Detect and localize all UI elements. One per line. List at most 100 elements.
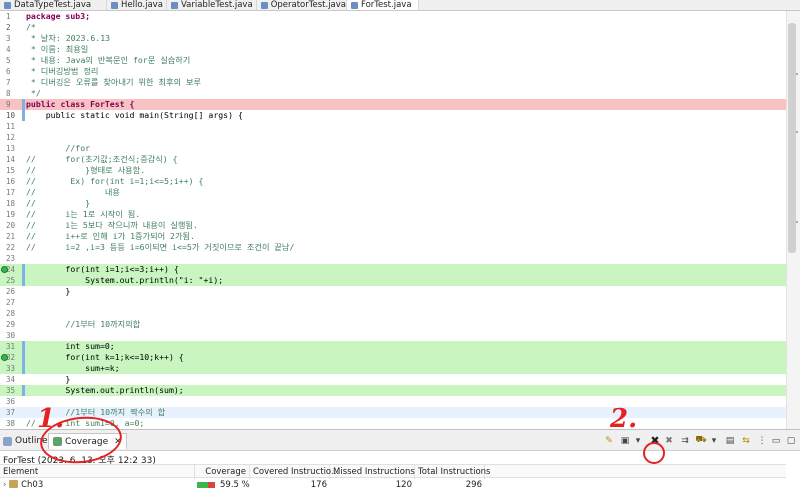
- header-covered-instructions[interactable]: Covered Instructio...: [250, 465, 339, 479]
- run-coverage-icon[interactable]: ✎: [603, 435, 615, 446]
- code-line[interactable]: 7 * 디버깅은 오류를 찾아내기 위한 최후의 보루: [0, 77, 786, 88]
- java-file-icon: [351, 2, 358, 9]
- breakpoint-icon[interactable]: [1, 266, 8, 273]
- code-line[interactable]: 19 // i는 1로 시작이 됨.: [0, 209, 786, 220]
- code-line[interactable]: 21 // i++로 인해 i가 1증가되어 2가됨.: [0, 231, 786, 242]
- remove-all-sessions-icon[interactable]: ✖: [663, 435, 675, 446]
- code-line[interactable]: 31 int sum=0;: [0, 341, 786, 352]
- tab-fortest[interactable]: ForTest.java: [347, 0, 419, 10]
- code-text: */: [26, 88, 41, 98]
- annotation-number-1: 1.: [37, 404, 65, 434]
- line-number: 35: [6, 386, 16, 395]
- code-line[interactable]: 4 * 이름: 최용일: [0, 44, 786, 55]
- element-cell: › Ch03: [0, 478, 195, 492]
- code-text: // Ex) for(int i=1;i<=5;i++) {: [26, 176, 204, 186]
- table-header: Element Coverage Covered Instructio... M…: [0, 464, 786, 479]
- code-line[interactable]: 3 * 날자: 2023.6.13: [0, 33, 786, 44]
- code-line[interactable]: 23: [0, 253, 786, 264]
- code-line[interactable]: 16 // Ex) for(int i=1;i<=5;i++) {: [0, 176, 786, 187]
- tab-variabletest[interactable]: VariableTest.java: [167, 0, 257, 10]
- code-line[interactable]: 35 System.out.println(sum);: [0, 385, 786, 396]
- dump-execution-icon[interactable]: ▣: [619, 435, 631, 446]
- code-line[interactable]: 6 * 디버깅방법 정리: [0, 66, 786, 77]
- code-text: // i=2 ,i=3 등등 i=6이되면 i<=5가 거짓이므로 조건이 끝남…: [26, 242, 295, 252]
- code-line[interactable]: 25 System.out.println("i: "+i);: [0, 275, 786, 286]
- code-line[interactable]: 14 // for(초기값;조건식;증감식) {: [0, 154, 786, 165]
- code-line[interactable]: 13 //for: [0, 143, 786, 154]
- tab-datatypetest[interactable]: DataTypeTest.java: [0, 0, 107, 10]
- code-line[interactable]: 15 // }형태로 사용함.: [0, 165, 786, 176]
- code-text: // 내용: [26, 187, 120, 197]
- header-missed-instructions[interactable]: Missed Instructions: [330, 465, 415, 479]
- tab-hello[interactable]: Hello.java: [107, 0, 167, 10]
- code-line[interactable]: 33 sum+=k;: [0, 363, 786, 374]
- code-line[interactable]: 26 }: [0, 286, 786, 297]
- code-line[interactable]: 34 }: [0, 374, 786, 385]
- code-text: }: [26, 374, 71, 384]
- code-line[interactable]: 22 // i=2 ,i=3 등등 i=6이되면 i<=5가 거짓이므로 조건이 …: [0, 242, 786, 253]
- coverage-table: Element Coverage Covered Instructio... M…: [0, 464, 786, 492]
- code-line[interactable]: 20 // i는 5보다 작으니까 내용이 실행됨.: [0, 220, 786, 231]
- code-line[interactable]: 28: [0, 308, 786, 319]
- code-line[interactable]: 32 for(int k=1;k<=10;k++) {: [0, 352, 786, 363]
- line-number: 17: [6, 188, 16, 197]
- header-coverage[interactable]: Coverage: [195, 465, 250, 479]
- code-text: public class ForTest {: [26, 99, 135, 109]
- code-line[interactable]: 27: [0, 297, 786, 308]
- code-line[interactable]: 30: [0, 330, 786, 341]
- view-menu-icon[interactable]: ⋮: [756, 435, 768, 446]
- header-total-instructions[interactable]: Total Instructions: [415, 465, 490, 479]
- change-marker: [22, 264, 25, 275]
- line-number: 30: [6, 331, 16, 340]
- tab-operatortest[interactable]: OperatorTest.java: [257, 0, 347, 10]
- line-number: 10: [6, 111, 16, 120]
- code-line[interactable]: 9 public class ForTest {: [0, 99, 786, 110]
- change-marker: [22, 341, 25, 352]
- code-text: for(int i=1;i<=3;i++) {: [26, 264, 179, 274]
- line-number: 1: [6, 12, 11, 21]
- code-line[interactable]: 5 * 내용: Java의 반복문인 for문 실습하기: [0, 55, 786, 66]
- code-line[interactable]: 18 // }: [0, 198, 786, 209]
- code-text: * 날자: 2023.6.13: [26, 33, 111, 43]
- code-line[interactable]: 29 //1부터 10까지의합: [0, 319, 786, 330]
- code-text: }: [26, 286, 71, 296]
- element-name: Ch03: [21, 480, 44, 490]
- code-line[interactable]: 8 */: [0, 88, 786, 99]
- collapse-all-icon[interactable]: ▤: [724, 435, 736, 446]
- code-line[interactable]: 1 package sub3;: [0, 11, 786, 22]
- code-line[interactable]: 10 public static void main(String[] args…: [0, 110, 786, 121]
- code-text: // i는 5보다 작으니까 내용이 실행됨.: [26, 220, 198, 230]
- tab-label: ForTest.java: [361, 0, 412, 10]
- code-line[interactable]: 17 // 내용: [0, 187, 786, 198]
- line-number: 26: [6, 287, 16, 296]
- header-element[interactable]: Element: [0, 465, 195, 479]
- java-file-icon: [261, 2, 268, 9]
- merge-sessions-icon[interactable]: ⇉: [679, 435, 691, 446]
- code-text: /*: [26, 22, 36, 32]
- code-line[interactable]: 36: [0, 396, 786, 407]
- vertical-scrollbar-thumb[interactable]: [788, 23, 796, 253]
- code-editor[interactable]: 1 package sub3; 2/* 3 * 날자: 2023.6.13 4 * 이름…: [0, 11, 800, 429]
- code-line[interactable]: 37 //1부터 10까지 짝수의 합: [0, 407, 786, 418]
- maximize-icon[interactable]: ▢: [785, 435, 797, 446]
- code-line[interactable]: 24 for(int i=1;i<=3;i++) {: [0, 264, 786, 275]
- java-file-icon: [171, 2, 178, 9]
- code-text: int sum=0;: [26, 341, 115, 351]
- java-file-icon: [4, 2, 11, 9]
- breakpoint-icon[interactable]: [1, 354, 8, 361]
- line-number: 18: [6, 199, 16, 208]
- code-line[interactable]: 2 /*: [0, 22, 786, 33]
- line-number: 15: [6, 166, 16, 175]
- import-session-icon[interactable]: ⛟: [695, 435, 707, 446]
- dropdown-arrow-icon[interactable]: ▾: [632, 435, 644, 446]
- table-row[interactable]: › Ch03 59.5 % 176 120 296: [0, 478, 786, 492]
- coverage-panel: Outline Coverage ✕ ✎ ▣ ▾ ✖ ✖ ⇉ ⛟ ▾ ▤ ⇆ ⋮…: [0, 406, 800, 502]
- code-text: System.out.println(sum);: [26, 385, 184, 395]
- line-number: 4: [6, 45, 11, 54]
- minimize-icon[interactable]: ▭: [770, 435, 782, 446]
- code-line[interactable]: 12: [0, 132, 786, 143]
- dropdown-arrow-icon[interactable]: ▾: [708, 435, 720, 446]
- link-with-selection-icon[interactable]: ⇆: [740, 435, 752, 446]
- code-line[interactable]: 11: [0, 121, 786, 132]
- line-number: 12: [6, 133, 16, 142]
